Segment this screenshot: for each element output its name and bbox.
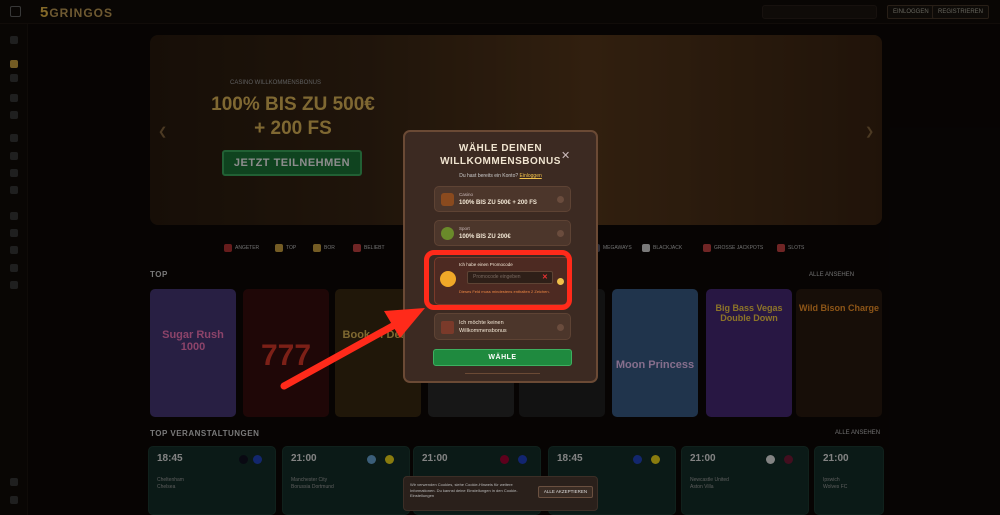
choose-button[interactable]: WÄHLE [433,349,572,366]
highlight-box [424,250,572,310]
chest-icon [441,193,454,206]
cookie-banner: Wir verwenden Cookies, siehe Cookie-Hinw… [403,476,598,511]
bonus-option-casino[interactable]: Casino 100% BIS ZU 500€ + 200 FS [434,186,571,212]
login-prompt: Du hast bereits ein Konto? Einloggen [459,173,542,179]
login-link[interactable]: Einloggen [520,173,542,179]
bonus-option-none[interactable]: Ich möchte keinen Willkommensbonus [434,313,571,340]
ball-icon [441,227,454,240]
no-bonus-icon [441,321,454,334]
accept-cookies-button[interactable]: ALLE AKZEPTIEREN [538,486,593,498]
radio-button[interactable] [557,324,564,331]
bonus-option-sport[interactable]: Sport 100% BIS ZU 200€ [434,220,571,246]
radio-button[interactable] [557,196,564,203]
radio-button[interactable] [557,230,564,237]
close-icon[interactable]: ✕ [561,149,570,162]
cookie-text: Wir verwenden Cookies, siehe Cookie-Hinw… [410,482,518,498]
divider [465,373,540,374]
